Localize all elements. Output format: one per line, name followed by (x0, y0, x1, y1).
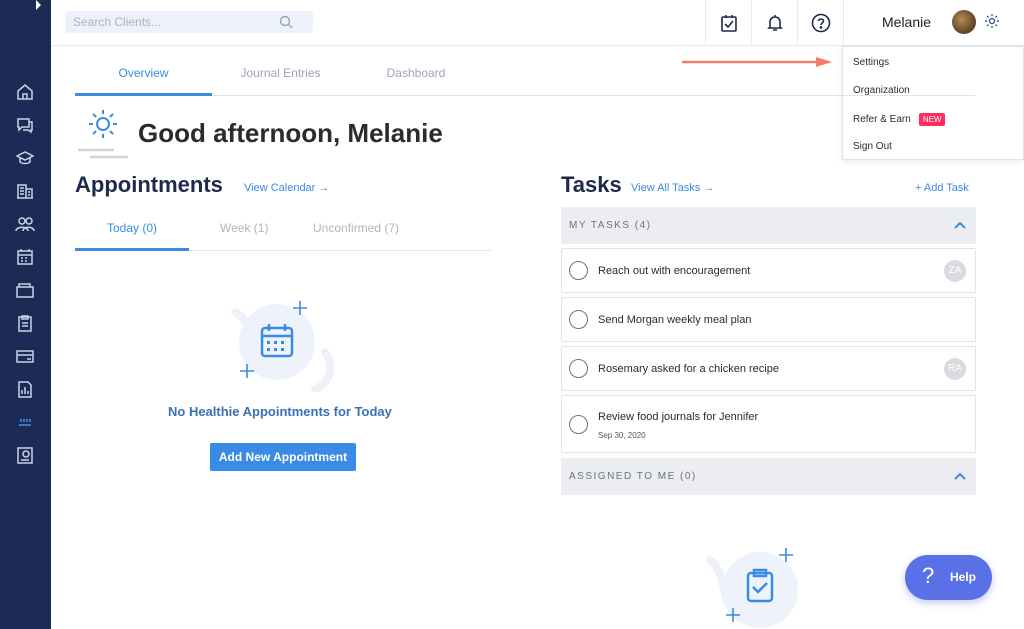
assigned-to-me-group-header[interactable]: ASSIGNED TO ME (0) (561, 458, 976, 495)
active-subtab-indicator (75, 248, 189, 251)
gear-icon[interactable] (984, 13, 1000, 29)
task-checkbox[interactable] (569, 310, 588, 329)
folder-icon[interactable] (14, 279, 36, 301)
chevron-up-icon[interactable] (954, 472, 966, 480)
sidebar-toggle-icon[interactable] (36, 0, 41, 10)
tasks-button[interactable] (705, 0, 751, 46)
help-button[interactable]: ? Help (905, 555, 992, 600)
search-icon[interactable] (279, 15, 293, 29)
task-item[interactable]: Review food journals for Jennifer Sep 30… (561, 395, 976, 453)
tab-unconfirmed[interactable]: Unconfirmed (7) (313, 221, 399, 235)
graduation-cap-icon[interactable] (14, 147, 36, 169)
new-badge: NEW (918, 113, 946, 126)
user-menu[interactable]: Melanie (843, 0, 1024, 46)
task-title: Send Morgan weekly meal plan (598, 314, 752, 326)
avatar: RA (944, 358, 966, 380)
menu-item-sign-out[interactable]: Sign Out (853, 141, 892, 152)
appointments-heading: Appointments (75, 172, 223, 197)
appointments-tabs: Today (0) Week (1) Unconfirmed (7) (75, 212, 491, 251)
empty-tasks-illustration (706, 548, 798, 628)
clipboard-icon[interactable] (14, 312, 36, 334)
main-tabs: Overview Journal Entries Dashboard (75, 54, 975, 96)
credit-card-icon[interactable] (14, 345, 36, 367)
question-circle-icon (811, 13, 830, 33)
notifications-button[interactable] (751, 0, 797, 46)
building-icon[interactable] (14, 180, 36, 202)
user-name: Melanie (882, 14, 932, 30)
sun-icon (78, 110, 128, 159)
add-task-link[interactable]: + Add Task (915, 182, 969, 194)
task-title: Review food journals for Jennifer (598, 411, 759, 423)
home-icon[interactable] (14, 81, 36, 103)
integrations-icon[interactable] (14, 411, 36, 433)
tab-journal-entries[interactable]: Journal Entries (212, 66, 349, 80)
checklist-icon (720, 15, 737, 32)
bell-icon (766, 15, 783, 31)
help-center-button[interactable] (797, 0, 843, 46)
tasks-heading: Tasks (561, 172, 622, 197)
top-bar: Melanie (51, 0, 1024, 46)
empty-appointments-title: No Healthie Appointments for Today (168, 404, 392, 419)
tab-today[interactable]: Today (0) (107, 221, 157, 235)
menu-item-refer-earn[interactable]: Refer & Earn NEW (853, 113, 946, 126)
sidebar (0, 0, 51, 629)
task-title: Rosemary asked for a chicken recipe (598, 363, 779, 375)
chat-icon[interactable] (14, 114, 36, 136)
search-box (65, 11, 313, 33)
avatar[interactable] (952, 10, 976, 34)
report-icon[interactable] (14, 378, 36, 400)
task-item[interactable]: Send Morgan weekly meal plan (561, 297, 976, 342)
chevron-up-icon[interactable] (954, 221, 966, 229)
help-label: Help (950, 570, 977, 584)
empty-calendar-illustration (231, 301, 335, 392)
tab-dashboard[interactable]: Dashboard (349, 66, 483, 80)
tab-week[interactable]: Week (1) (220, 221, 268, 235)
tab-overview[interactable]: Overview (75, 66, 212, 80)
question-icon: ? (922, 563, 935, 588)
task-checkbox[interactable] (569, 261, 588, 280)
task-checkbox[interactable] (569, 359, 588, 378)
menu-item-refer-earn-label: Refer & Earn (853, 114, 911, 126)
document-image-icon[interactable] (14, 444, 36, 466)
assigned-group-label: ASSIGNED TO ME (0) (569, 471, 697, 482)
task-checkbox[interactable] (569, 415, 588, 434)
task-item[interactable]: Rosemary asked for a chicken recipe RA (561, 346, 976, 391)
users-icon[interactable] (14, 213, 36, 235)
task-due-date: Sep 30, 2020 (598, 431, 646, 440)
view-all-tasks-link[interactable]: View All Tasks → (631, 182, 714, 194)
add-new-appointment-button[interactable]: Add New Appointment (210, 443, 356, 471)
view-calendar-link[interactable]: View Calendar → (244, 182, 329, 194)
page-title: Good afternoon, Melanie (138, 118, 443, 148)
active-tab-indicator (75, 93, 212, 96)
avatar: ZA (944, 260, 966, 282)
my-tasks-group-header[interactable]: MY TASKS (4) (561, 207, 976, 244)
calendar-icon[interactable] (14, 246, 36, 268)
my-tasks-group-label: MY TASKS (4) (569, 220, 652, 231)
search-input[interactable] (65, 11, 265, 33)
task-item[interactable]: Reach out with encouragement ZA (561, 248, 976, 293)
task-title: Reach out with encouragement (598, 265, 751, 277)
